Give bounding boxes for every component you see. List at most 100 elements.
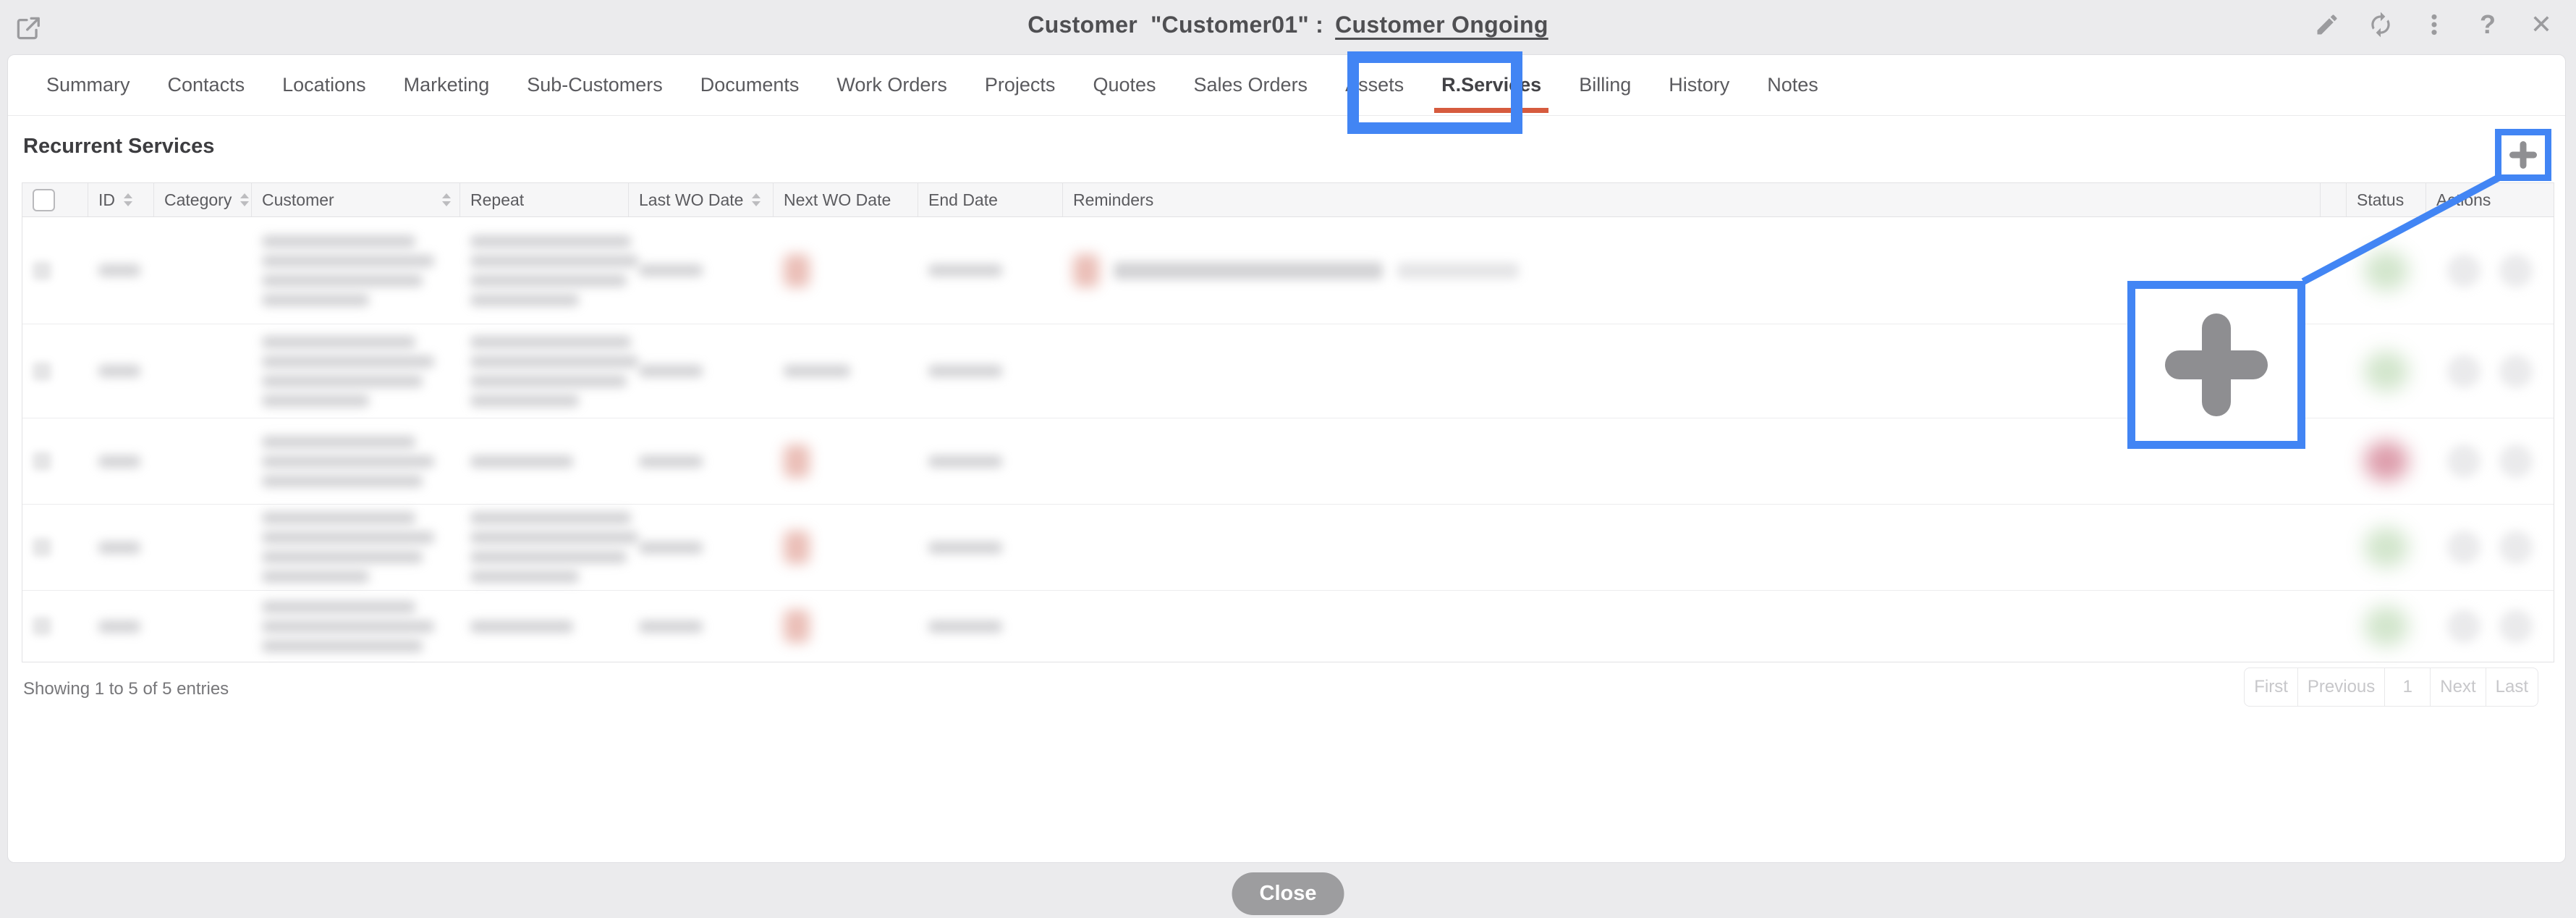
- redacted-text-blob: [262, 436, 415, 448]
- tab-summary[interactable]: Summary: [43, 70, 133, 101]
- column-label: Category: [164, 190, 232, 210]
- row-checkbox[interactable]: [33, 362, 51, 381]
- action-button-blob[interactable]: [2447, 531, 2480, 564]
- redacted-text-blob: [262, 640, 423, 652]
- table-header: IDCategoryCustomerRepeatLast WO DateNext…: [22, 183, 2554, 217]
- cell-customer: [252, 591, 460, 662]
- row-checkbox[interactable]: [33, 261, 51, 280]
- tab-documents[interactable]: Documents: [698, 70, 802, 101]
- cell-reminders: [1063, 591, 2321, 662]
- action-button-blob[interactable]: [2447, 355, 2480, 388]
- tab-sales-orders[interactable]: Sales Orders: [1191, 70, 1311, 101]
- action-button-blob[interactable]: [2499, 610, 2533, 643]
- row-checkbox[interactable]: [33, 538, 51, 557]
- row-checkbox[interactable]: [33, 617, 51, 636]
- cell-end_date: [918, 418, 1063, 504]
- action-button-blob[interactable]: [2447, 254, 2480, 287]
- redacted-text-blob: [98, 620, 140, 633]
- pagination-last[interactable]: Last: [2486, 668, 2538, 706]
- cell-repeat: [460, 418, 629, 504]
- cell-customer: [252, 418, 460, 504]
- cell-last_wo: [629, 217, 774, 324]
- plus-icon: [2509, 152, 2537, 159]
- redacted-text-blob: [262, 512, 415, 524]
- redacted-text-blob: [470, 512, 631, 524]
- tab-r-services[interactable]: R.Services: [1439, 70, 1544, 101]
- redacted-text-blob: [262, 455, 434, 468]
- customer-ongoing-link[interactable]: Customer Ongoing: [1335, 12, 1548, 38]
- alert-icon-blob: [784, 445, 810, 478]
- tab-notes[interactable]: Notes: [1764, 70, 1821, 101]
- redacted-text-blob: [470, 551, 627, 563]
- tab-work-orders[interactable]: Work Orders: [834, 70, 950, 101]
- redacted-text-blob: [639, 620, 703, 633]
- action-button-blob[interactable]: [2499, 531, 2533, 564]
- action-button-blob[interactable]: [2499, 254, 2533, 287]
- pagination-next[interactable]: Next: [2430, 668, 2485, 706]
- cell-next_wo: [774, 418, 918, 504]
- edit-icon[interactable]: [2311, 9, 2343, 41]
- cell-id: [88, 217, 154, 324]
- redacted-text-blob: [1114, 262, 1383, 279]
- tab-assets[interactable]: Assets: [1342, 70, 1407, 101]
- sort-down-arrow: [124, 201, 132, 206]
- pagination-previous[interactable]: Previous: [2297, 668, 2384, 706]
- cell-actions: [2426, 324, 2554, 418]
- redacted-text-blob: [262, 294, 369, 306]
- tab-billing[interactable]: Billing: [1576, 70, 1634, 101]
- cell-last_wo: [629, 324, 774, 418]
- tab-sub-customers[interactable]: Sub-Customers: [524, 70, 666, 101]
- sort-down-arrow: [752, 201, 760, 206]
- cell-next_wo: [774, 591, 918, 662]
- column-header-customer[interactable]: Customer: [252, 183, 460, 216]
- help-icon[interactable]: ?: [2472, 9, 2504, 41]
- redacted-text-blob: [1397, 263, 1519, 279]
- cell-repeat: [460, 217, 629, 324]
- alert-icon-blob: [784, 254, 810, 287]
- redacted-text-blob: [470, 336, 631, 348]
- column-header-category[interactable]: Category: [154, 183, 252, 216]
- more-options-icon[interactable]: [2418, 9, 2450, 41]
- redacted-text-blob: [262, 601, 415, 613]
- tab-quotes[interactable]: Quotes: [1090, 70, 1158, 101]
- action-button-blob[interactable]: [2499, 445, 2533, 478]
- cell-status: [2347, 505, 2426, 590]
- tab-locations[interactable]: Locations: [279, 70, 369, 101]
- add-recurrent-service-button[interactable]: [2509, 141, 2537, 169]
- tab-history[interactable]: History: [1666, 70, 1732, 101]
- redacted-text-blob: [470, 375, 627, 387]
- cell-spacer: [2321, 591, 2347, 662]
- select-all-checkbox[interactable]: [33, 189, 55, 211]
- column-header-id[interactable]: ID: [88, 183, 154, 216]
- column-header-end_date: End Date: [918, 183, 1063, 216]
- redacted-text-blob: [262, 336, 415, 348]
- action-button-blob[interactable]: [2447, 610, 2480, 643]
- close-icon[interactable]: ✕: [2525, 9, 2557, 41]
- pagination-page-1[interactable]: 1: [2384, 668, 2430, 706]
- sort-icon: [240, 193, 249, 206]
- redacted-text-blob: [470, 274, 627, 287]
- row-checkbox[interactable]: [33, 452, 51, 471]
- cell-end_date: [918, 324, 1063, 418]
- plus-icon-large: [2165, 313, 2268, 416]
- cell-actions: [2426, 591, 2554, 662]
- tab-projects[interactable]: Projects: [982, 70, 1059, 101]
- sort-up-arrow: [240, 193, 249, 198]
- close-button[interactable]: Close: [1232, 872, 1344, 915]
- action-button-blob[interactable]: [2499, 355, 2533, 388]
- tab-marketing[interactable]: Marketing: [401, 70, 493, 101]
- redacted-text-blob: [928, 455, 1002, 468]
- reminder-alert-icon-blob: [1073, 254, 1099, 287]
- redacted-text-blob: [262, 570, 369, 583]
- refresh-icon[interactable]: [2365, 9, 2397, 41]
- column-header-last_wo[interactable]: Last WO Date: [629, 183, 774, 216]
- pagination-first[interactable]: First: [2245, 668, 2297, 706]
- column-label: Next WO Date: [784, 190, 891, 210]
- cell-id: [88, 505, 154, 590]
- cell-actions: [2426, 418, 2554, 504]
- action-button-blob[interactable]: [2447, 445, 2480, 478]
- column-header-status: Status: [2347, 183, 2426, 216]
- tab-contacts[interactable]: Contacts: [165, 70, 248, 101]
- cell-id: [88, 324, 154, 418]
- cell-spacer: [2321, 324, 2347, 418]
